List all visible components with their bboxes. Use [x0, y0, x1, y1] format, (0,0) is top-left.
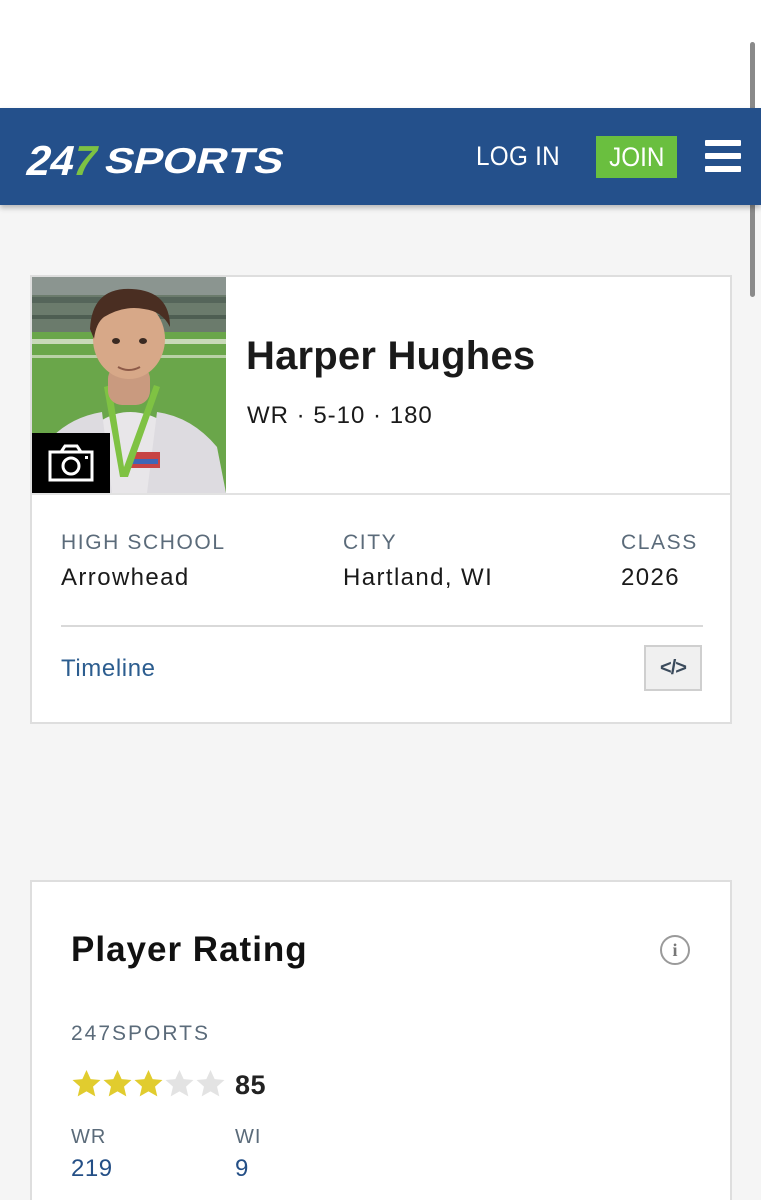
embed-code-icon: </>	[660, 656, 687, 679]
class-label: CLASS	[621, 531, 698, 554]
info-icon[interactable]: i	[660, 935, 690, 965]
login-link[interactable]: LOG IN	[476, 141, 560, 173]
star-empty-icon	[165, 1070, 194, 1097]
class-value: 2026	[621, 564, 680, 591]
separator-dot: ·	[296, 402, 314, 429]
city-label: CITY	[343, 531, 398, 554]
join-button[interactable]: JOIN	[596, 136, 677, 178]
site-logo[interactable]: 24 7 SPORTS	[22, 136, 290, 180]
player-rating-card: Player Rating i 247SPORTS 85 WR 219 WI 9	[30, 880, 732, 1200]
high-school-value: Arrowhead	[61, 564, 190, 591]
info-divider	[61, 625, 703, 627]
rating-title: Player Rating	[71, 930, 308, 969]
hamburger-menu-icon[interactable]	[705, 140, 741, 174]
position-rank-value[interactable]: 219	[71, 1155, 113, 1183]
timeline-link[interactable]: Timeline	[61, 655, 156, 683]
high-school-label: HIGH SCHOOL	[61, 531, 226, 554]
player-weight: 180	[389, 402, 433, 429]
join-button-label: JOIN	[608, 141, 665, 172]
state-rank-value[interactable]: 9	[235, 1155, 249, 1183]
svg-text:SPORTS: SPORTS	[101, 141, 289, 180]
player-name: Harper Hughes	[246, 334, 536, 378]
player-metrics: WR · 5-10 · 180	[247, 402, 433, 430]
city-value: Hartland, WI	[343, 564, 494, 591]
star-filled-icon	[103, 1070, 132, 1097]
player-position: WR	[247, 402, 289, 429]
player-profile-card: Harper Hughes WR · 5-10 · 180 HIGH SCHOO…	[30, 275, 732, 724]
separator-dot: ·	[373, 402, 390, 429]
star-filled-icon	[72, 1070, 101, 1097]
position-rank-label: WR	[71, 1126, 107, 1148]
embed-code-button[interactable]: </>	[644, 645, 702, 691]
camera-icon[interactable]	[32, 433, 110, 493]
star-filled-icon	[134, 1070, 163, 1097]
state-rank-label: WI	[235, 1126, 262, 1148]
rating-score: 85	[235, 1070, 267, 1100]
player-photo[interactable]	[32, 277, 226, 493]
rating-source: 247SPORTS	[71, 1022, 211, 1045]
player-height: 5-10	[313, 402, 366, 429]
star-empty-icon	[196, 1070, 225, 1097]
site-header: 24 7 SPORTS LOG IN JOIN	[0, 108, 761, 205]
card-divider	[32, 493, 730, 495]
status-area	[0, 0, 761, 108]
